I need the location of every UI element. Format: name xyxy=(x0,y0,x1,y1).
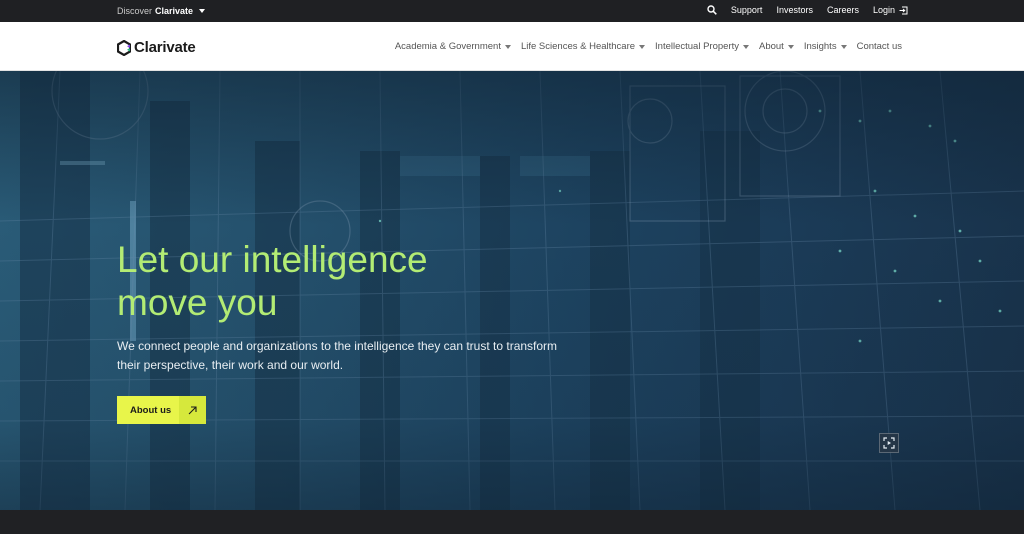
arrow-up-right-icon xyxy=(179,396,206,424)
fullscreen-button[interactable] xyxy=(879,433,899,453)
search-icon[interactable] xyxy=(707,5,717,15)
nav-item-label: Academia & Government xyxy=(394,41,501,52)
hero-description: We connect people and organizations to t… xyxy=(117,339,558,372)
chevron-down-icon xyxy=(787,44,794,49)
careers-link[interactable]: Careers xyxy=(827,5,859,15)
discover-dropdown[interactable]: Discover Clarivate xyxy=(117,6,206,16)
nav-item-label: Life Sciences & Healthcare xyxy=(520,41,636,52)
about-us-button-label: About us xyxy=(130,404,172,416)
support-link[interactable]: Support xyxy=(731,5,763,15)
main-navigation: Clarivate Academia & Government Life Sci… xyxy=(0,22,1024,71)
chevron-down-icon xyxy=(199,9,206,13)
logo-text: Clarivate xyxy=(134,39,196,56)
hero-heading: Let our intelligence move you xyxy=(117,238,537,324)
discover-prefix: Discover xyxy=(117,6,153,16)
nav-insights[interactable]: Insights xyxy=(804,41,847,52)
nav-item-label: Insights xyxy=(803,41,837,52)
clarivate-logo[interactable]: Clarivate xyxy=(117,39,196,56)
about-us-button[interactable]: About us xyxy=(117,396,206,424)
hero-section: Let our intelligence move you We connect… xyxy=(0,71,1024,510)
login-icon xyxy=(899,6,908,15)
hero-heading-line-2: move you xyxy=(117,282,278,323)
login-button[interactable]: Login xyxy=(873,5,908,15)
chevron-down-icon xyxy=(840,44,847,49)
nav-item-label: Intellectual Property xyxy=(655,41,739,52)
nav-about[interactable]: About xyxy=(759,41,794,52)
utility-links: Support Investors Careers Login xyxy=(707,5,908,15)
chevron-down-icon xyxy=(743,44,749,49)
chevron-down-icon xyxy=(639,44,646,49)
nav-intellectual-property[interactable]: Intellectual Property xyxy=(655,41,749,52)
nav-item-label: Contact us xyxy=(856,41,902,52)
chevron-down-icon xyxy=(504,44,511,49)
login-link[interactable]: Login xyxy=(873,5,895,15)
utility-bar: Discover Clarivate Support Investors Car… xyxy=(0,0,1024,22)
nav-academia-government[interactable]: Academia & Government xyxy=(395,41,511,52)
nav-item-label: About xyxy=(759,41,784,52)
discover-brand: Clarivate xyxy=(155,6,194,16)
hero-heading-line-1: Let our intelligence xyxy=(117,239,428,280)
clarivate-logo-mark xyxy=(117,39,131,56)
nav-contact-us[interactable]: Contact us xyxy=(857,41,902,52)
investors-link[interactable]: Investors xyxy=(776,5,813,15)
nav-life-sciences-healthcare[interactable]: Life Sciences & Healthcare xyxy=(520,41,646,52)
page-bottom-strip xyxy=(0,510,1024,534)
primary-menu: Academia & Government Life Sciences & He… xyxy=(395,41,902,52)
fullscreen-icon xyxy=(883,437,895,449)
